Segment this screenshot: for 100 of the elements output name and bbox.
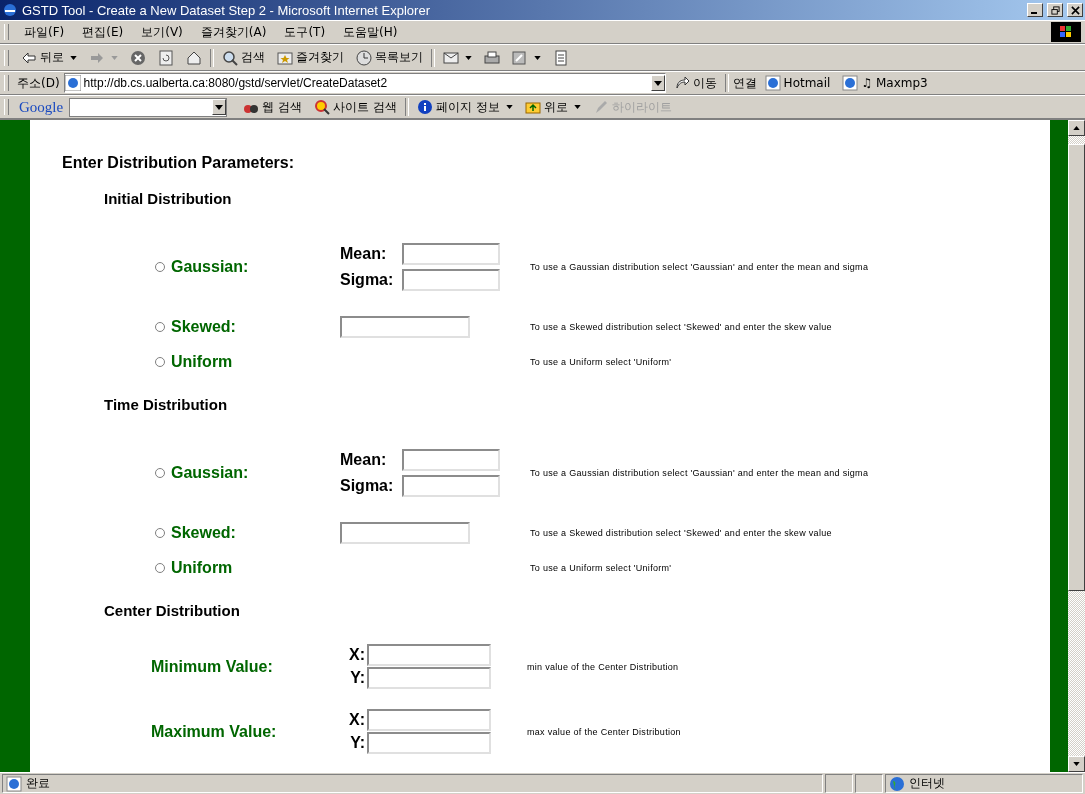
help-text: To use a Gaussian distribution select 'Gaussian' and enter the mean and sigma [530,468,869,478]
caret-icon [534,55,541,60]
input-field[interactable] [402,243,500,265]
help-text: min value of the Center Distribution [527,661,679,672]
option-label: Gaussian: [171,258,249,276]
input-field[interactable] [402,475,500,497]
caret-icon [215,104,224,110]
google-search-field[interactable] [69,97,228,117]
curved-arrow-icon [673,75,690,91]
field-label: Y: [349,734,365,752]
radio-button[interactable] [155,262,165,272]
section-title: Center Distribution [104,602,241,621]
search-button[interactable]: 검색 [218,46,269,69]
scroll-up-button[interactable] [1068,120,1085,136]
caret-icon [70,55,77,60]
caret-icon [111,55,118,60]
input-field[interactable] [367,709,491,731]
option-label: Uniform [171,559,233,577]
page-icon [842,75,859,91]
option-label: Minimum Value: [151,657,274,676]
help-text: To use a Uniform select 'Uniform' [530,357,672,367]
option-label: Maximum Value: [151,722,278,741]
folder-up-icon [524,99,541,115]
document-icon [553,49,569,66]
help-text: max value of the Center Distribution [527,726,681,737]
globe-icon [889,775,905,792]
scroll-down-button[interactable] [1068,756,1085,772]
help-text: To use a Skewed distribution select 'Skewed' and enter the skew value [530,322,832,332]
field-label: Mean: [340,245,388,263]
caret-icon [573,105,581,109]
address-field[interactable]: http://db.cs.ualberta.ca:8080/gstd/servlet/CreateDataset2 [63,73,666,93]
web-button[interactable]: 웹 검색 [239,96,306,118]
input-field[interactable] [340,522,470,544]
dropdown-button[interactable] [212,99,227,115]
windows-logo-icon [1051,22,1081,42]
restore-button[interactable] [1047,3,1063,17]
up-button[interactable]: 위로 [520,96,585,118]
input-field[interactable] [367,644,491,666]
menu-item[interactable]: 편집(E) [75,23,131,41]
printer-icon [484,49,500,66]
edit-icon [512,49,528,66]
radio-button[interactable] [155,528,165,538]
link-button[interactable]: ♫ Maxmp3 [838,72,932,94]
input-field[interactable] [367,732,491,754]
back-button[interactable]: 뒤로 [17,46,81,69]
input-field[interactable] [367,667,491,689]
page-heading: Enter Distribution Parameters: [62,154,296,172]
info-button[interactable]: 페이지 정보 [412,96,517,118]
caret-icon [653,80,662,86]
radio-button[interactable] [155,563,165,573]
stop-icon [130,49,146,66]
radio-button[interactable] [155,357,165,367]
address-label: 주소(D) [17,74,60,92]
help-text: To use a Gaussian distribution select 'Gaussian' and enter the mean and sigma [530,262,869,272]
go-button[interactable]: 이동 [669,72,721,94]
search-icon [222,49,238,66]
status-panel [855,774,883,793]
restore-icon [1050,5,1060,15]
radio-button[interactable] [155,468,165,478]
info-icon [416,99,433,115]
search-icon [314,99,330,115]
field-label: Y: [349,669,365,687]
google-logo-button[interactable]: Google [17,98,66,116]
status-text: 완료 [26,775,50,792]
input-field[interactable] [402,269,500,291]
menu-item[interactable]: 파일(F) [17,23,72,41]
menu-item[interactable]: 도구(T) [277,23,333,41]
status-panel [825,774,853,793]
menu-item[interactable]: 도움말(H) [336,23,405,41]
field-label: Sigma: [340,477,395,495]
page-icon [764,75,781,91]
menu-item[interactable]: 즐겨찾기(A) [193,23,274,41]
input-field[interactable] [340,316,470,338]
close-button[interactable] [1067,3,1083,17]
dropdown-button[interactable] [650,75,665,91]
home-icon [186,49,202,66]
minimize-icon [1031,12,1037,14]
minimize-button[interactable] [1027,3,1043,17]
caret-icon [465,55,472,60]
zone-text: 인터넷 [909,775,945,792]
menu-item[interactable]: 보기(V) [134,23,190,41]
field-label: Mean: [340,451,388,469]
field-label: X: [348,646,365,664]
input-field[interactable] [402,449,500,471]
radio-button[interactable] [155,322,165,332]
history-button[interactable]: 목록보기 [352,46,427,69]
caret-icon [505,105,513,109]
page-icon [64,75,81,91]
help-text: To use a Uniform select 'Uniform' [530,563,672,573]
section-title: Initial Distribution [104,190,233,209]
favorites-button[interactable]: 즐겨찾기 [273,46,348,69]
browser-icon [2,2,18,18]
refresh-icon [158,49,174,66]
section-title: Time Distribution [104,396,229,415]
scroll-thumb[interactable] [1068,144,1085,591]
mail-icon [443,49,459,66]
site-button[interactable]: 사이트 검색 [310,96,401,118]
field-label: X: [348,711,365,729]
link-button[interactable]: Hotmail [760,72,835,94]
links-label: 연결 [732,74,757,92]
